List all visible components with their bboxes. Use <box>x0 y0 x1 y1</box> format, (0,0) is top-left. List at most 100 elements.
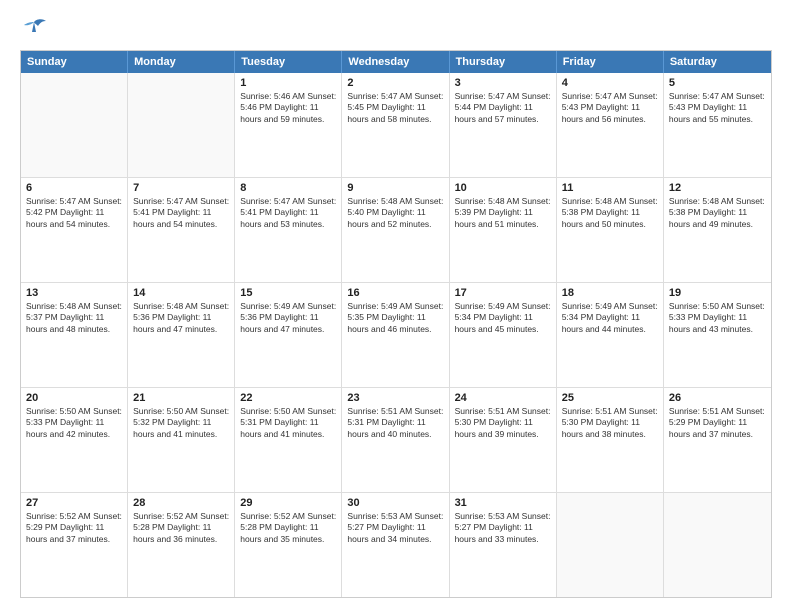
cell-info: Sunrise: 5:48 AM Sunset: 5:37 PM Dayligh… <box>26 301 122 335</box>
day-number: 15 <box>240 287 336 299</box>
cal-cell: 6 Sunrise: 5:47 AM Sunset: 5:42 PM Daylig… <box>21 178 128 282</box>
day-number: 30 <box>347 497 443 509</box>
cell-info: Sunrise: 5:50 AM Sunset: 5:32 PM Dayligh… <box>133 406 229 440</box>
cell-info: Sunrise: 5:49 AM Sunset: 5:36 PM Dayligh… <box>240 301 336 335</box>
cell-info: Sunrise: 5:51 AM Sunset: 5:31 PM Dayligh… <box>347 406 443 440</box>
cell-info: Sunrise: 5:53 AM Sunset: 5:27 PM Dayligh… <box>347 511 443 545</box>
day-number: 9 <box>347 182 443 194</box>
header-cell-saturday: Saturday <box>664 51 771 73</box>
day-number: 13 <box>26 287 122 299</box>
cell-info: Sunrise: 5:50 AM Sunset: 5:33 PM Dayligh… <box>26 406 122 440</box>
cal-cell: 17 Sunrise: 5:49 AM Sunset: 5:34 PM Dayli… <box>450 283 557 387</box>
cell-info: Sunrise: 5:47 AM Sunset: 5:42 PM Dayligh… <box>26 196 122 230</box>
day-number: 25 <box>562 392 658 404</box>
cell-info: Sunrise: 5:48 AM Sunset: 5:38 PM Dayligh… <box>562 196 658 230</box>
calendar-body: 1 Sunrise: 5:46 AM Sunset: 5:46 PM Daylig… <box>21 73 771 597</box>
day-number: 8 <box>240 182 336 194</box>
cell-info: Sunrise: 5:51 AM Sunset: 5:30 PM Dayligh… <box>455 406 551 440</box>
day-number: 26 <box>669 392 766 404</box>
cal-cell: 4Sunrise: 5:47 AM Sunset: 5:43 PM Daylig… <box>557 73 664 177</box>
cal-cell <box>664 493 771 597</box>
header-cell-friday: Friday <box>557 51 664 73</box>
day-number: 14 <box>133 287 229 299</box>
day-number: 1 <box>240 77 336 89</box>
day-number: 29 <box>240 497 336 509</box>
cal-cell: 1 Sunrise: 5:46 AM Sunset: 5:46 PM Daylig… <box>235 73 342 177</box>
cell-info: Sunrise: 5:52 AM Sunset: 5:28 PM Dayligh… <box>240 511 336 545</box>
week-row-3: 13 Sunrise: 5:48 AM Sunset: 5:37 PM Dayli… <box>21 282 771 387</box>
day-number: 2 <box>347 77 443 89</box>
day-number: 24 <box>455 392 551 404</box>
cal-cell <box>557 493 664 597</box>
page: SundayMondayTuesdayWednesdayThursdayFrid… <box>0 0 792 612</box>
day-number: 19 <box>669 287 766 299</box>
cell-info: Sunrise: 5:50 AM Sunset: 5:31 PM Dayligh… <box>240 406 336 440</box>
day-number: 23 <box>347 392 443 404</box>
logo-icon <box>20 18 48 40</box>
cal-cell: 28 Sunrise: 5:52 AM Sunset: 5:28 PM Dayli… <box>128 493 235 597</box>
cal-cell: 24 Sunrise: 5:51 AM Sunset: 5:30 PM Dayli… <box>450 388 557 492</box>
cal-cell: 26 Sunrise: 5:51 AM Sunset: 5:29 PM Dayli… <box>664 388 771 492</box>
day-number: 7 <box>133 182 229 194</box>
week-row-4: 20 Sunrise: 5:50 AM Sunset: 5:33 PM Dayli… <box>21 387 771 492</box>
cal-cell: 30 Sunrise: 5:53 AM Sunset: 5:27 PM Dayli… <box>342 493 449 597</box>
calendar-header: SundayMondayTuesdayWednesdayThursdayFrid… <box>21 51 771 73</box>
cal-cell: 27Sunrise: 5:52 AM Sunset: 5:29 PM Dayli… <box>21 493 128 597</box>
cal-cell: 16Sunrise: 5:49 AM Sunset: 5:35 PM Dayli… <box>342 283 449 387</box>
header-cell-tuesday: Tuesday <box>235 51 342 73</box>
cell-info: Sunrise: 5:47 AM Sunset: 5:41 PM Dayligh… <box>133 196 229 230</box>
cell-info: Sunrise: 5:51 AM Sunset: 5:29 PM Dayligh… <box>669 406 766 440</box>
cal-cell: 20 Sunrise: 5:50 AM Sunset: 5:33 PM Dayli… <box>21 388 128 492</box>
cell-info: Sunrise: 5:53 AM Sunset: 5:27 PM Dayligh… <box>455 511 551 545</box>
cal-cell: 23 Sunrise: 5:51 AM Sunset: 5:31 PM Dayli… <box>342 388 449 492</box>
cell-info: Sunrise: 5:48 AM Sunset: 5:38 PM Dayligh… <box>669 196 766 230</box>
day-number: 6 <box>26 182 122 194</box>
cell-info: Sunrise: 5:49 AM Sunset: 5:34 PM Dayligh… <box>455 301 551 335</box>
cal-cell: 31Sunrise: 5:53 AM Sunset: 5:27 PM Dayli… <box>450 493 557 597</box>
cell-info: Sunrise: 5:47 AM Sunset: 5:45 PM Dayligh… <box>347 91 443 125</box>
day-number: 3 <box>455 77 551 89</box>
cal-cell: 8Sunrise: 5:47 AM Sunset: 5:41 PM Daylig… <box>235 178 342 282</box>
week-row-5: 27Sunrise: 5:52 AM Sunset: 5:29 PM Dayli… <box>21 492 771 597</box>
day-number: 21 <box>133 392 229 404</box>
cell-info: Sunrise: 5:52 AM Sunset: 5:28 PM Dayligh… <box>133 511 229 545</box>
cal-cell: 2 Sunrise: 5:47 AM Sunset: 5:45 PM Daylig… <box>342 73 449 177</box>
cal-cell: 14Sunrise: 5:48 AM Sunset: 5:36 PM Dayli… <box>128 283 235 387</box>
header <box>20 18 772 40</box>
cal-cell: 13 Sunrise: 5:48 AM Sunset: 5:37 PM Dayli… <box>21 283 128 387</box>
cal-cell: 19 Sunrise: 5:50 AM Sunset: 5:33 PM Dayli… <box>664 283 771 387</box>
day-number: 4 <box>562 77 658 89</box>
cal-cell: 5 Sunrise: 5:47 AM Sunset: 5:43 PM Daylig… <box>664 73 771 177</box>
cell-info: Sunrise: 5:47 AM Sunset: 5:44 PM Dayligh… <box>455 91 551 125</box>
header-cell-monday: Monday <box>128 51 235 73</box>
day-number: 11 <box>562 182 658 194</box>
cal-cell <box>128 73 235 177</box>
cal-cell <box>21 73 128 177</box>
cal-cell: 9Sunrise: 5:48 AM Sunset: 5:40 PM Daylig… <box>342 178 449 282</box>
cell-info: Sunrise: 5:49 AM Sunset: 5:34 PM Dayligh… <box>562 301 658 335</box>
cal-cell: 3 Sunrise: 5:47 AM Sunset: 5:44 PM Daylig… <box>450 73 557 177</box>
cell-info: Sunrise: 5:46 AM Sunset: 5:46 PM Dayligh… <box>240 91 336 125</box>
day-number: 20 <box>26 392 122 404</box>
cal-cell: 11 Sunrise: 5:48 AM Sunset: 5:38 PM Dayli… <box>557 178 664 282</box>
day-number: 5 <box>669 77 766 89</box>
cal-cell: 7 Sunrise: 5:47 AM Sunset: 5:41 PM Daylig… <box>128 178 235 282</box>
calendar: SundayMondayTuesdayWednesdayThursdayFrid… <box>20 50 772 598</box>
cell-info: Sunrise: 5:48 AM Sunset: 5:39 PM Dayligh… <box>455 196 551 230</box>
header-cell-thursday: Thursday <box>450 51 557 73</box>
header-cell-wednesday: Wednesday <box>342 51 449 73</box>
day-number: 10 <box>455 182 551 194</box>
cell-info: Sunrise: 5:51 AM Sunset: 5:30 PM Dayligh… <box>562 406 658 440</box>
week-row-2: 6 Sunrise: 5:47 AM Sunset: 5:42 PM Daylig… <box>21 177 771 282</box>
day-number: 12 <box>669 182 766 194</box>
day-number: 28 <box>133 497 229 509</box>
logo <box>20 18 52 40</box>
cell-info: Sunrise: 5:47 AM Sunset: 5:43 PM Dayligh… <box>669 91 766 125</box>
cal-cell: 21 Sunrise: 5:50 AM Sunset: 5:32 PM Dayli… <box>128 388 235 492</box>
cal-cell: 25 Sunrise: 5:51 AM Sunset: 5:30 PM Dayli… <box>557 388 664 492</box>
cell-info: Sunrise: 5:50 AM Sunset: 5:33 PM Dayligh… <box>669 301 766 335</box>
day-number: 18 <box>562 287 658 299</box>
cal-cell: 29 Sunrise: 5:52 AM Sunset: 5:28 PM Dayli… <box>235 493 342 597</box>
day-number: 17 <box>455 287 551 299</box>
cal-cell: 15 Sunrise: 5:49 AM Sunset: 5:36 PM Dayli… <box>235 283 342 387</box>
